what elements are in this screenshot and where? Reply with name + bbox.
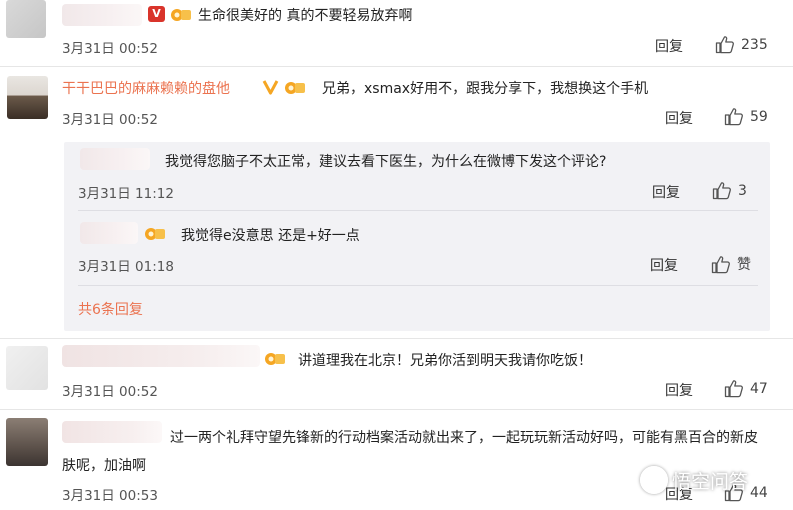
like-button[interactable]: 3	[712, 181, 747, 200]
like-button[interactable]: 59	[724, 107, 768, 126]
comment-time: 3月31日 00:52	[62, 112, 158, 128]
like-button[interactable]: 47	[724, 379, 768, 398]
username-blurred[interactable]	[62, 4, 142, 26]
comment-divider	[0, 66, 793, 67]
medal-icon	[171, 9, 191, 21]
medal-icon	[145, 228, 165, 240]
comment-time: 3月31日 00:53	[62, 488, 158, 504]
reply-time: 3月31日 11:12	[78, 186, 174, 202]
avatar[interactable]	[6, 346, 48, 390]
watermark: 悟空问答	[640, 466, 748, 494]
vip-badge-icon	[262, 80, 279, 95]
comment-divider	[0, 338, 793, 339]
comment-text: 讲道理我在北京！兄弟你活到明天我请你吃饭！	[298, 353, 592, 369]
reply-divider	[78, 210, 758, 211]
watermark-text: 悟空问答	[672, 470, 749, 493]
comment-divider	[0, 409, 793, 410]
thumbs-up-icon	[715, 36, 734, 54]
reply-text: 我觉得您脑子不太正常，建议去看下医生，为什么在微博下发这个评论?	[165, 154, 607, 170]
username-blurred[interactable]	[80, 148, 150, 170]
reply-text: 我觉得e没意思 还是+好一点	[181, 228, 360, 244]
thumbs-up-icon	[724, 108, 743, 126]
username-blurred[interactable]	[62, 345, 260, 367]
thumbs-up-icon	[711, 255, 730, 273]
medal-icon	[285, 82, 305, 94]
comment-text: 兄弟，xsmax好用不，跟我分享下，我想换这个手机	[322, 81, 649, 97]
like-button[interactable]: 235	[715, 35, 768, 54]
reply-button[interactable]: 回复	[650, 255, 678, 275]
medal-icon	[265, 353, 285, 365]
reply-button[interactable]: 回复	[665, 108, 693, 128]
comment-username[interactable]: 干干巴巴的麻麻赖赖的盘他	[62, 78, 230, 98]
comment-text: 生命很美好的 真的不要轻易放弃啊	[198, 8, 413, 24]
like-count: 59	[750, 108, 768, 125]
reply-time: 3月31日 01:18	[78, 259, 174, 275]
comment-time: 3月31日 00:52	[62, 384, 158, 400]
reply-divider	[78, 285, 758, 286]
username-blurred[interactable]	[80, 222, 138, 244]
reply-button[interactable]: 回复	[655, 36, 683, 56]
thumbs-up-icon	[712, 182, 731, 200]
like-count: 47	[750, 380, 768, 397]
thumbs-up-icon	[724, 380, 743, 398]
reply-button[interactable]: 回复	[652, 182, 680, 202]
avatar[interactable]	[7, 76, 48, 119]
comment-time: 3月31日 00:52	[62, 41, 158, 57]
vip-badge-icon: V	[148, 6, 165, 22]
more-replies-link[interactable]: 共6条回复	[78, 299, 143, 319]
reply-button[interactable]: 回复	[665, 380, 693, 400]
like-count: 44	[750, 484, 768, 501]
wukong-logo-icon	[640, 466, 668, 494]
avatar[interactable]	[6, 418, 48, 466]
like-count: 235	[741, 36, 768, 53]
avatar[interactable]	[6, 0, 46, 38]
like-count: 赞	[737, 257, 751, 273]
like-button[interactable]: 赞	[711, 254, 751, 274]
like-count: 3	[738, 182, 747, 199]
